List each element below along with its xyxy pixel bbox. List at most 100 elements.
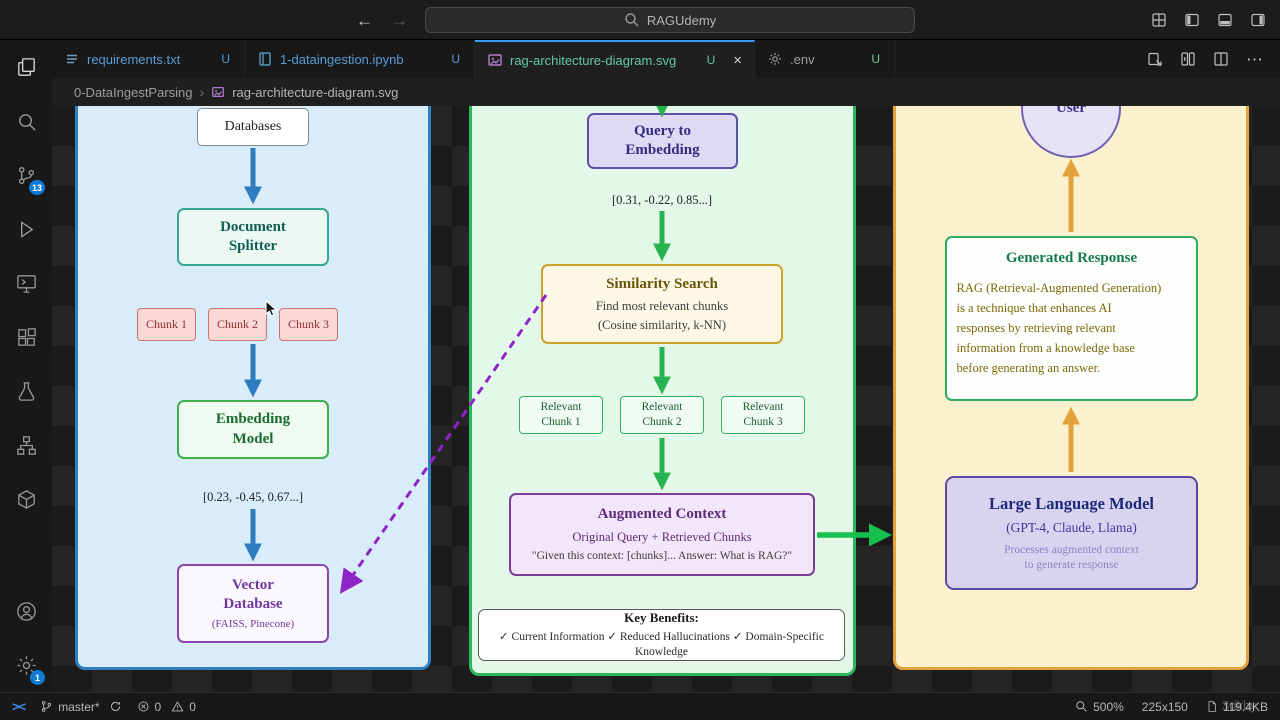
status-right: 500% 225x150 119.4KB — [1075, 700, 1268, 714]
svg-preview-canvas[interactable]: Databases Document Splitter Chunk 1 Chun… — [52, 106, 1280, 692]
relevant-chunk-line1: Relevant — [540, 401, 582, 414]
zoom-status[interactable]: 500% — [1075, 700, 1124, 714]
toggle-panel-icon[interactable] — [1217, 12, 1233, 28]
breadcrumb-folder[interactable]: 0-DataIngestParsing — [74, 85, 193, 100]
open-preview-icon[interactable] — [1147, 51, 1163, 67]
sidebar-item-search[interactable] — [0, 94, 52, 148]
git-status-letter: U — [221, 52, 230, 66]
sidebar-item-remote-explorer[interactable] — [0, 256, 52, 310]
similarity-title: Similarity Search — [606, 276, 718, 292]
key-benefits-box: Key Benefits: ✓ Current Information ✓ Re… — [478, 609, 845, 661]
env-gear-icon — [769, 53, 781, 65]
generated-response-title: Generated Response — [1005, 250, 1138, 266]
similarity-line1: Find most relevant chunks — [595, 298, 729, 313]
back-arrow-icon[interactable]: ← — [356, 12, 373, 29]
status-left: >< master* 0 0 — [12, 699, 196, 714]
search-text: RAGUdemy — [646, 12, 717, 28]
user-circle: User — [1021, 106, 1121, 158]
llm-line1: (GPT-4, Claude, Llama) — [1006, 520, 1137, 535]
embedding-line2: Model — [232, 430, 274, 447]
sidebar-item-explorer[interactable] — [0, 40, 52, 94]
tab-label: requirements.txt — [87, 51, 181, 67]
toggle-sidebar-left-icon[interactable] — [1184, 12, 1200, 28]
vector-database-box: Vector Database (FAISS, Pinecone) — [177, 564, 329, 643]
git-status-letter: U — [451, 52, 460, 66]
activity-bar: 13 1 — [0, 40, 52, 692]
problems-status[interactable]: 0 0 — [137, 700, 196, 714]
git-status-letter: U — [706, 53, 716, 67]
sidebar-item-testing[interactable] — [0, 364, 52, 418]
remote-indicator[interactable]: >< — [12, 699, 26, 714]
open-changes-icon[interactable] — [1180, 51, 1196, 67]
tab-label: .env — [790, 51, 815, 67]
zoom-level: 500% — [1093, 699, 1124, 714]
sidebar-item-hierarchy[interactable] — [0, 418, 52, 472]
user-label: User — [1056, 106, 1086, 116]
augmented-context-box: Augmented Context Original Query + Retri… — [509, 493, 815, 576]
zoom-icon — [1076, 701, 1087, 712]
title-bar: ← → RAGUdemy — [0, 0, 1280, 40]
tab-requirements-txt[interactable]: requirements.txt U — [52, 40, 245, 78]
sidebar-item-run-debug[interactable] — [0, 202, 52, 256]
layout-controls — [1151, 0, 1266, 40]
chunk-1-box: Chunk 1 — [137, 308, 196, 341]
close-tab-icon[interactable]: × — [733, 53, 742, 68]
text-file-icon — [67, 54, 77, 64]
svg-file-icon — [488, 54, 502, 66]
status-bar: >< master* 0 0 500% 225x150 119.4KB — [0, 692, 1280, 720]
document-splitter-box: Document Splitter — [177, 208, 329, 266]
sidebar-item-package[interactable] — [0, 472, 52, 526]
toggle-sidebar-right-icon[interactable] — [1250, 12, 1266, 28]
generated-response-line: information from a knowledge base — [956, 340, 1135, 355]
tab-dataingestion-ipynb[interactable]: 1-dataingestion.ipynb U — [245, 40, 475, 78]
explorer-icon — [17, 57, 35, 76]
generated-response-line: is a technique that enhances AI — [956, 300, 1112, 315]
relevant-chunk-line2: Chunk 3 — [743, 416, 783, 428]
generated-response-line: responses by retrieving relevant — [956, 320, 1116, 335]
breadcrumb-file[interactable]: rag-architecture-diagram.svg — [232, 85, 398, 100]
sidebar-item-accounts[interactable] — [0, 584, 52, 638]
filesize-value: 119.4KB — [1222, 699, 1268, 714]
sync-icon — [110, 701, 120, 712]
generated-response-line: RAG (Retrieval-Augmented Generation) — [956, 280, 1162, 295]
sidebar-item-source-control[interactable]: 13 — [0, 148, 52, 202]
tab-rag-architecture-svg[interactable]: rag-architecture-diagram.svg U × — [475, 40, 755, 78]
tab-label: 1-dataingestion.ipynb — [280, 51, 404, 67]
branch-name: master* — [58, 699, 100, 714]
more-actions-icon[interactable]: ⋯ — [1246, 51, 1264, 68]
chevron-right-icon: › — [199, 84, 205, 100]
query-line1: Query to — [633, 122, 692, 139]
settings-badge: 1 — [30, 670, 45, 685]
llm-title: Large Language Model — [989, 493, 1154, 513]
vectordb-line2: Database — [223, 596, 283, 613]
benefits-line: ✓ Current Information ✓ Reduced Hallucin… — [499, 631, 824, 658]
query-embedding-box: Query to Embedding — [587, 113, 738, 169]
sidebar-item-settings[interactable]: 1 — [0, 638, 52, 692]
file-size: 119.4KB — [1206, 700, 1268, 714]
llm-line3: to generate response — [1024, 559, 1119, 572]
file-icon — [1208, 701, 1216, 712]
accounts-icon — [16, 601, 36, 621]
split-editor-icon[interactable] — [1213, 51, 1229, 67]
panel-response-generation: User Generated Response RAG (Retrieval-A… — [893, 106, 1249, 670]
embedding-model-box: Embedding Model — [177, 400, 329, 459]
tab-env[interactable]: .env U — [755, 40, 895, 78]
chunk-3-box: Chunk 3 — [279, 308, 338, 341]
command-center-search[interactable]: RAGUdemy — [425, 7, 915, 33]
layout-grid-icon[interactable] — [1151, 12, 1167, 28]
relevant-chunk-line1: Relevant — [742, 401, 784, 414]
branch-status[interactable]: master* — [40, 700, 121, 714]
source-control-badge: 13 — [28, 180, 45, 195]
chunk-1-label: Chunk 1 — [145, 316, 187, 331]
svg-file-icon — [212, 87, 225, 97]
forward-arrow-icon[interactable]: → — [391, 12, 408, 29]
generated-response-line: before generating an answer. — [956, 360, 1101, 375]
tab-label: rag-architecture-diagram.svg — [510, 52, 677, 68]
warning-icon — [171, 701, 184, 712]
relevant-chunk-1-box: Relevant Chunk 1 — [519, 396, 603, 434]
relevant-chunk-2-box: Relevant Chunk 2 — [620, 396, 704, 434]
sidebar-item-extensions[interactable] — [0, 310, 52, 364]
search-icon — [625, 13, 639, 27]
vscode-window: ← → RAGUdemy 13 1 requirements.txt U 1-d… — [0, 0, 1280, 720]
dimensions-value: 225x150 — [1141, 699, 1188, 714]
